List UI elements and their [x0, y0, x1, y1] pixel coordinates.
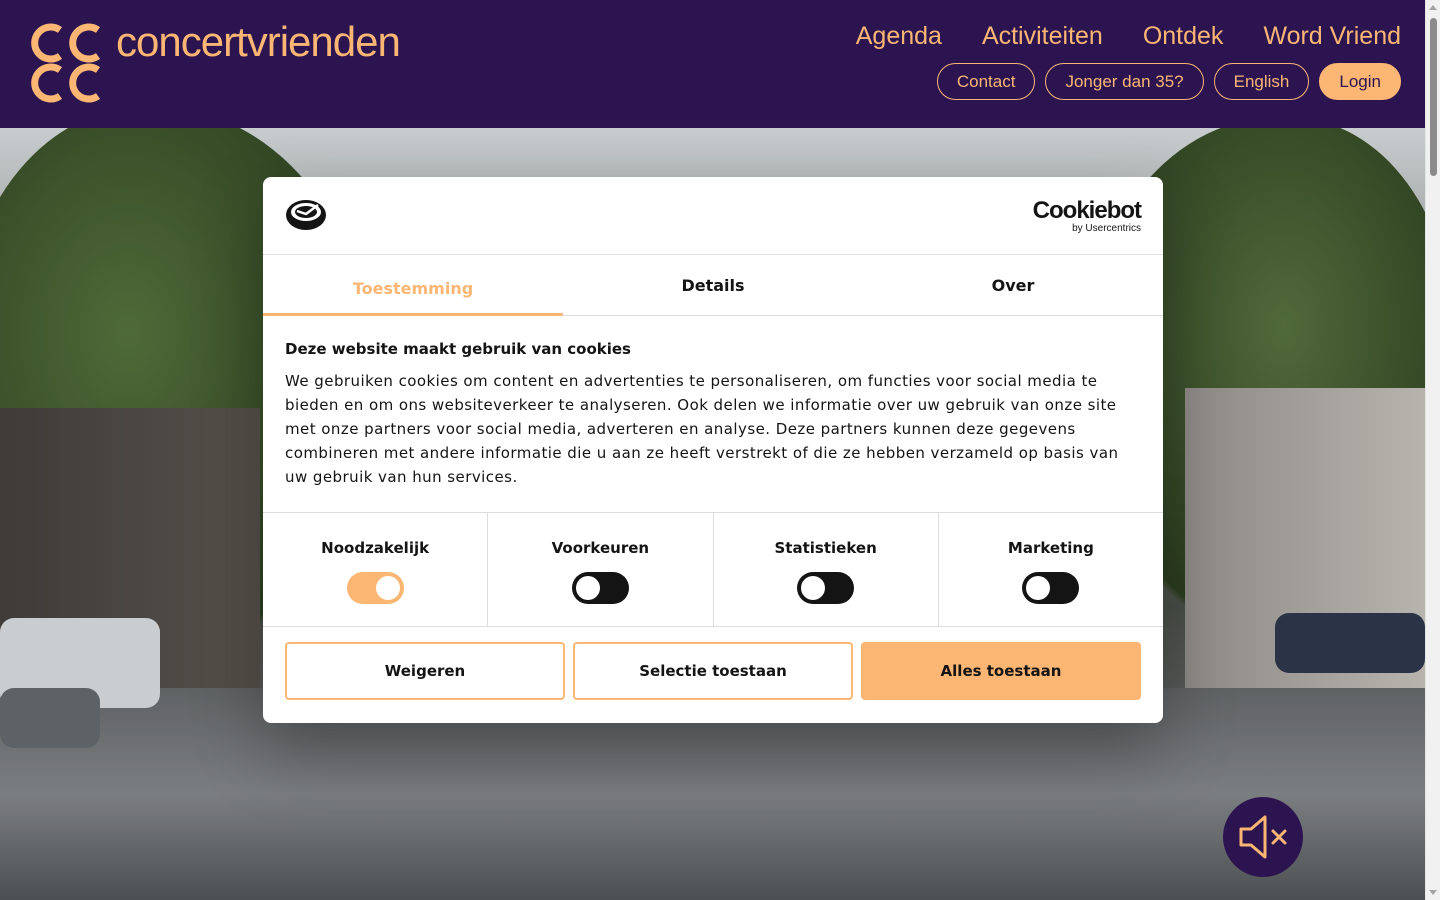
- dialog-header: Cookiebot by Usercentrics: [263, 177, 1163, 255]
- logo-mark-icon: [31, 23, 101, 103]
- cookiebot-logo[interactable]: Cookiebot by Usercentrics: [1032, 197, 1142, 234]
- nav-ontdek[interactable]: Ontdek: [1143, 22, 1224, 51]
- contact-button[interactable]: Contact: [936, 63, 1036, 100]
- category-statistieken: Statistieken: [714, 513, 939, 626]
- young-members-button[interactable]: Jonger dan 35?: [1045, 63, 1204, 100]
- scroll-thumb[interactable]: [1430, 18, 1437, 176]
- site-logo[interactable]: concertvrienden: [26, 18, 401, 104]
- nav-word-vriend[interactable]: Word Vriend: [1263, 22, 1401, 51]
- consent-text: We gebruiken cookies om content en adver…: [285, 372, 1119, 486]
- consent-tabs: Toestemming Details Over: [263, 255, 1163, 316]
- hero-car: [1275, 613, 1425, 673]
- category-label: Noodzakelijk: [321, 539, 430, 557]
- tab-toestemming[interactable]: Toestemming: [263, 255, 563, 316]
- allow-selection-button[interactable]: Selectie toestaan: [573, 642, 853, 700]
- category-label: Voorkeuren: [551, 539, 650, 557]
- cookiebot-sub: by Usercentrics: [1072, 223, 1141, 234]
- allow-all-button[interactable]: Alles toestaan: [861, 642, 1141, 700]
- mute-button[interactable]: [1223, 797, 1303, 877]
- decline-button[interactable]: Weigeren: [285, 642, 565, 700]
- scroll-up-arrow-icon[interactable]: [1429, 5, 1437, 10]
- noodzakelijk-toggle[interactable]: [346, 572, 404, 604]
- consent-buttons: Weigeren Selectie toestaan Alles toestaa…: [263, 627, 1163, 700]
- consent-categories: Noodzakelijk Voorkeuren Statistieken Mar…: [263, 513, 1163, 627]
- category-label: Statistieken: [774, 539, 877, 557]
- category-noodzakelijk: Noodzakelijk: [263, 513, 489, 626]
- tab-over[interactable]: Over: [863, 255, 1163, 315]
- nav-activiteiten[interactable]: Activiteiten: [982, 22, 1103, 51]
- sub-nav: Contact Jonger dan 35? English Login: [936, 63, 1401, 100]
- tab-details[interactable]: Details: [563, 255, 863, 315]
- cookie-consent-dialog: Cookiebot by Usercentrics Toestemming De…: [263, 177, 1163, 723]
- consent-body: Deze website maakt gebruik van cookies W…: [263, 316, 1163, 513]
- nav-agenda[interactable]: Agenda: [856, 22, 942, 51]
- category-label: Marketing: [1007, 539, 1094, 557]
- category-voorkeuren: Voorkeuren: [488, 513, 714, 626]
- main-nav: Agenda Activiteiten Ontdek Word Vriend: [856, 22, 1401, 51]
- language-button[interactable]: English: [1213, 63, 1310, 100]
- voorkeuren-toggle[interactable]: [571, 572, 629, 604]
- site-header: concertvrienden Agenda Activiteiten Ontd…: [0, 0, 1425, 128]
- page-scrollbar[interactable]: [1425, 0, 1440, 900]
- marketing-toggle[interactable]: [1022, 572, 1080, 604]
- login-button[interactable]: Login: [1319, 63, 1401, 100]
- site-emblem-icon: [286, 200, 326, 230]
- hero-car: [0, 688, 100, 748]
- consent-title: Deze website maakt gebruik van cookies: [285, 340, 631, 358]
- speaker-muted-icon: [1239, 815, 1287, 859]
- logo-text: concertvrienden: [116, 18, 401, 65]
- statistieken-toggle[interactable]: [797, 572, 855, 604]
- cookiebot-name: Cookiebot: [1032, 197, 1142, 224]
- category-marketing: Marketing: [939, 513, 1163, 626]
- scroll-down-arrow-icon[interactable]: [1429, 890, 1437, 895]
